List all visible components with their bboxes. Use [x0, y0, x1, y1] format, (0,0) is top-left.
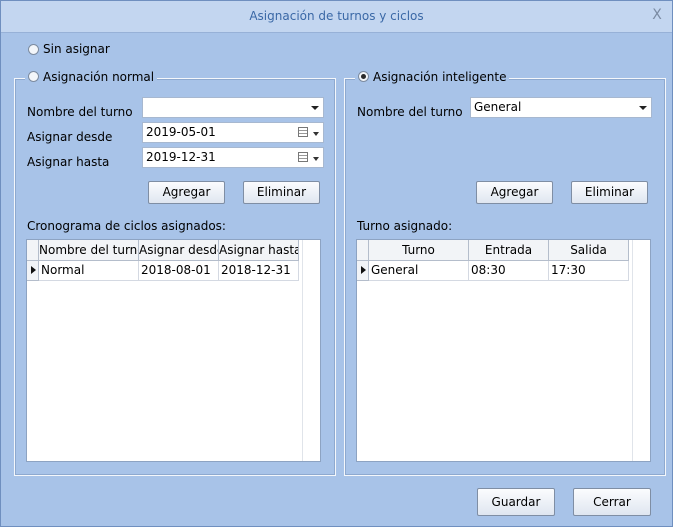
column-header[interactable]: Entrada	[469, 240, 549, 261]
guardar-button[interactable]: Guardar	[477, 488, 555, 516]
inteligente-eliminar-button[interactable]: Eliminar	[571, 181, 648, 204]
inteligente-grid-title: Turno asignado:	[357, 219, 453, 233]
chevron-down-icon[interactable]	[313, 157, 319, 161]
grid-corner	[27, 240, 39, 261]
normal-turno-select[interactable]	[142, 97, 324, 118]
column-header[interactable]: Salida	[549, 240, 629, 261]
hasta-label: Asignar hasta	[27, 155, 110, 169]
table-cell[interactable]: 08:30	[469, 261, 549, 281]
radio-normal[interactable]	[28, 71, 39, 82]
grid-scrollbar[interactable]	[632, 240, 650, 461]
normal-grid[interactable]: Nombre del turno Asignar desde Asignar h…	[26, 239, 321, 462]
chevron-down-icon[interactable]	[638, 98, 648, 117]
desde-label: Asignar desde	[27, 130, 113, 144]
close-icon[interactable]: X	[649, 7, 665, 23]
inteligente-legend-label: Asignación inteligente	[373, 70, 507, 84]
column-header[interactable]: Asignar hasta	[219, 240, 299, 261]
grid-corner	[357, 240, 369, 261]
inteligente-turno-value: General	[474, 100, 522, 114]
calendar-icon[interactable]	[298, 127, 308, 137]
table-cell[interactable]: 2018-08-01	[139, 261, 219, 281]
dialog-window: Asignación de turnos y ciclos X Sin asig…	[0, 0, 673, 527]
chevron-down-icon[interactable]	[313, 132, 319, 136]
grid-scrollbar[interactable]	[302, 240, 320, 461]
normal-agregar-button[interactable]: Agregar	[148, 181, 225, 204]
normal-legend-label: Asignación normal	[43, 70, 155, 84]
row-selector-icon[interactable]	[357, 261, 369, 281]
hasta-value: 2019-12-31	[146, 150, 216, 164]
table-cell[interactable]: Normal	[39, 261, 139, 281]
table-cell[interactable]: General	[369, 261, 469, 281]
row-selector-icon[interactable]	[27, 261, 39, 281]
radio-inteligente[interactable]	[358, 71, 369, 82]
hasta-date-field[interactable]: 2019-12-31	[142, 147, 324, 168]
sin-asignar-label: Sin asignar	[43, 42, 110, 56]
chevron-down-icon[interactable]	[310, 98, 320, 117]
desde-date-field[interactable]: 2019-05-01	[142, 122, 324, 143]
calendar-icon[interactable]	[298, 152, 308, 162]
inteligente-agregar-button[interactable]: Agregar	[476, 181, 553, 204]
table-cell[interactable]: 2018-12-31	[219, 261, 299, 281]
normal-grid-title: Cronograma de ciclos asignados:	[27, 219, 226, 233]
column-header[interactable]: Turno	[369, 240, 469, 261]
normal-turno-label: Nombre del turno	[27, 105, 133, 119]
table-cell[interactable]: 17:30	[549, 261, 629, 281]
desde-value: 2019-05-01	[146, 125, 216, 139]
window-title: Asignación de turnos y ciclos	[249, 9, 424, 23]
normal-eliminar-button[interactable]: Eliminar	[243, 181, 320, 204]
column-header[interactable]: Asignar desde	[139, 240, 219, 261]
column-header[interactable]: Nombre del turno	[39, 240, 139, 261]
inteligente-grid[interactable]: Turno Entrada Salida General 08:30 17:30	[356, 239, 651, 462]
radio-sin-asignar[interactable]	[28, 44, 39, 55]
title-bar[interactable]: Asignación de turnos y ciclos X	[1, 1, 672, 33]
inteligente-legend: Asignación inteligente	[355, 70, 510, 84]
inteligente-turno-label: Nombre del turno	[357, 105, 463, 119]
cerrar-button[interactable]: Cerrar	[573, 488, 651, 516]
normal-legend: Asignación normal	[25, 70, 158, 84]
inteligente-turno-select[interactable]: General	[470, 97, 652, 118]
